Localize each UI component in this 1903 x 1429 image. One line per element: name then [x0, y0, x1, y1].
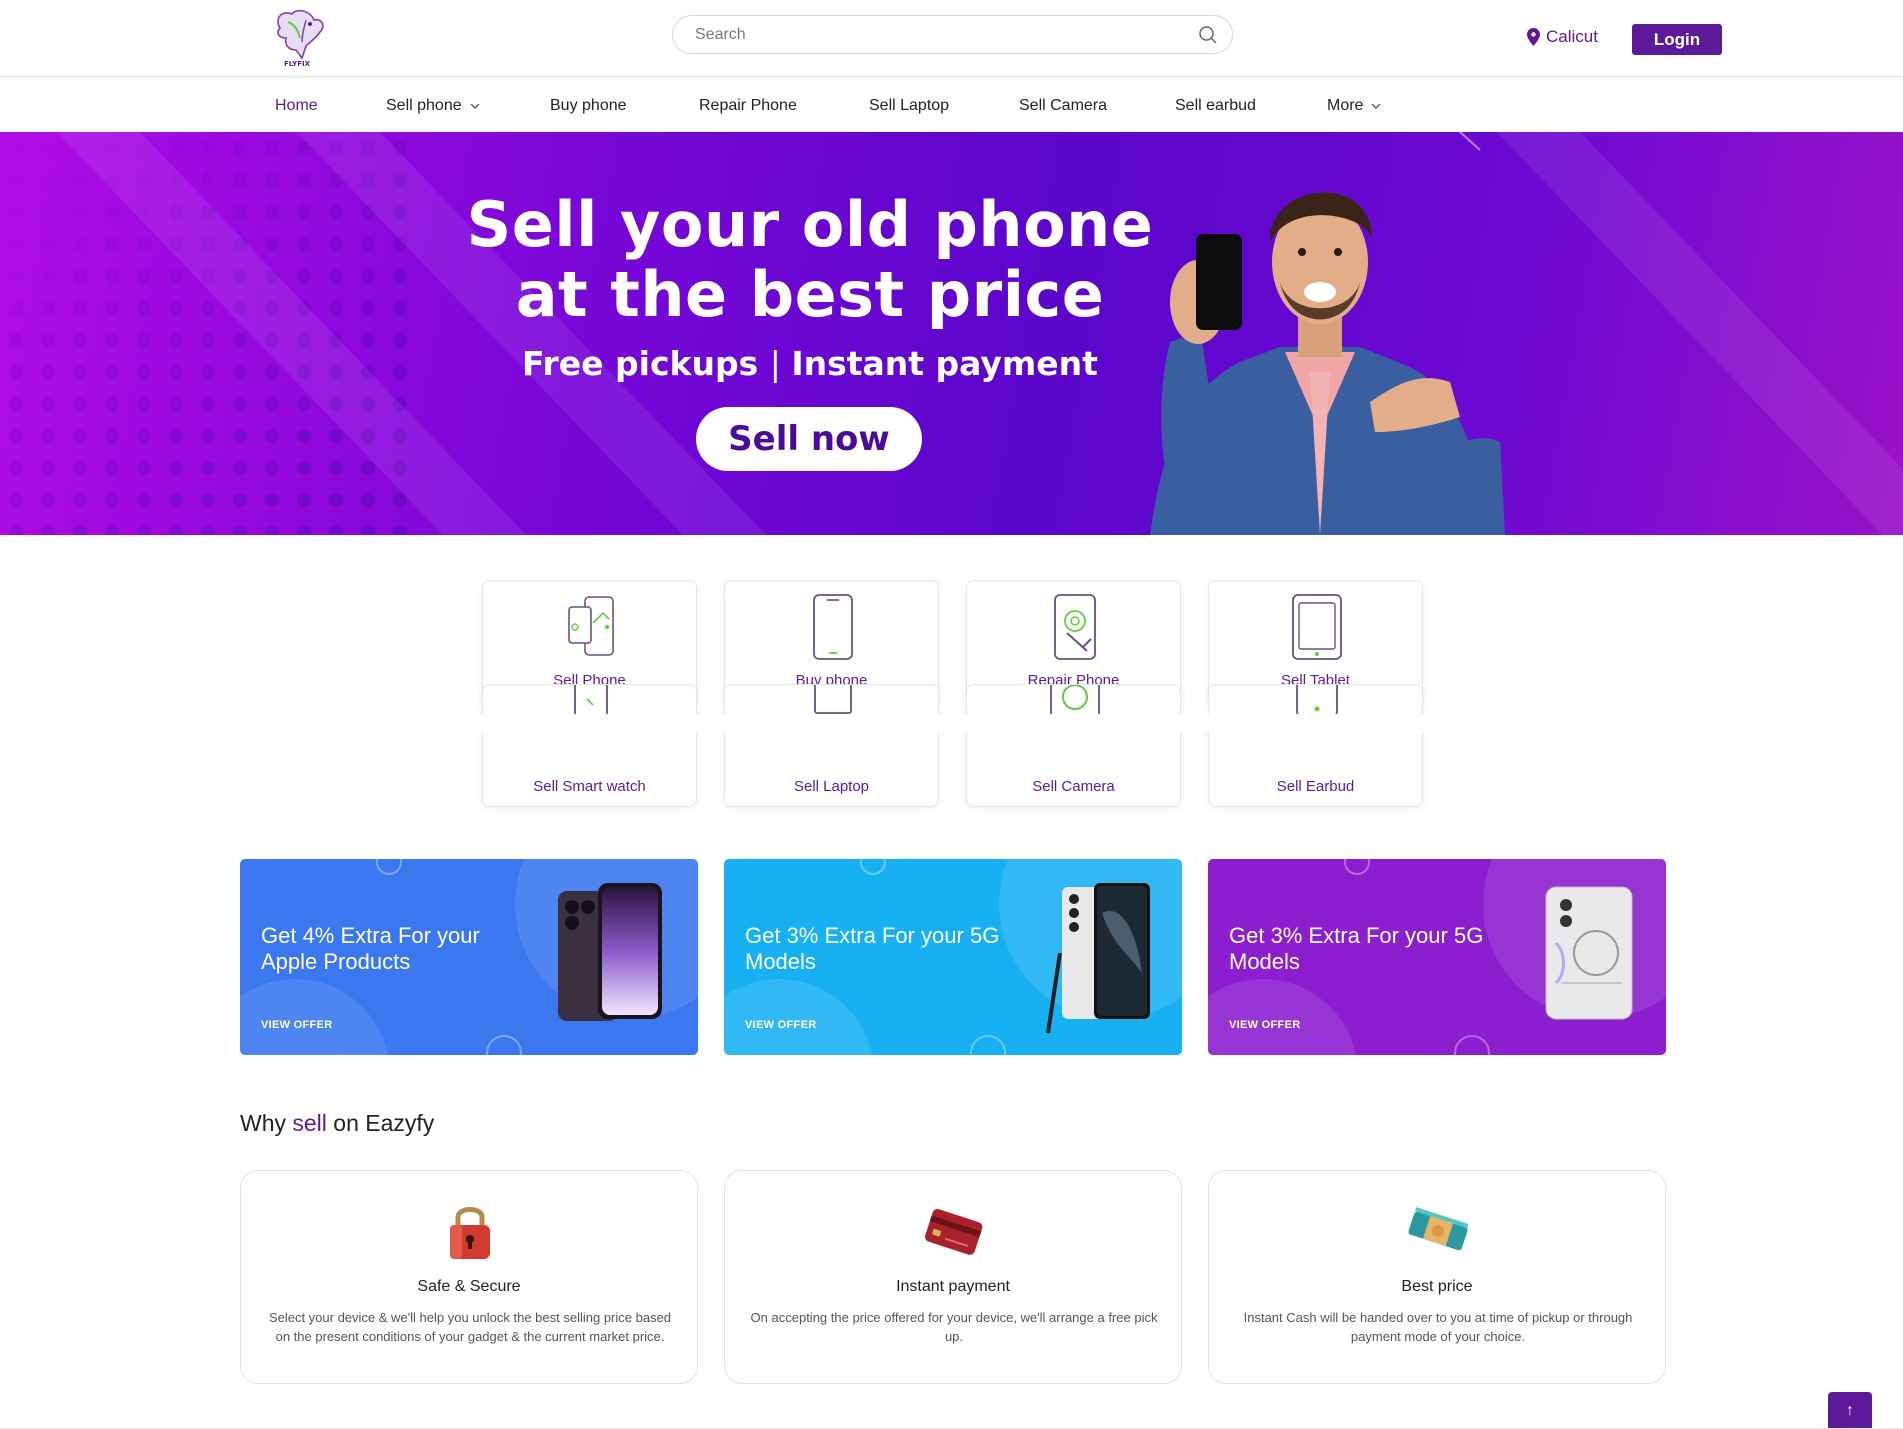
offer-decor-circle	[240, 979, 390, 1055]
why-card-title: Safe & Secure	[417, 1278, 521, 1295]
nav-item-more[interactable]: More	[1327, 97, 1381, 115]
nav-label: Sell Laptop	[869, 97, 950, 114]
offer-card-5g-samsung[interactable]: Get 3% Extra For your 5G Models VIEW OFF…	[724, 859, 1182, 1055]
chevron-down-icon	[1372, 103, 1381, 109]
nav-label: More	[1327, 97, 1364, 114]
nav-label: Sell Camera	[1019, 97, 1108, 114]
top-header: FLYFIX Calicut Login	[0, 0, 1903, 77]
svg-text:FLYFIX: FLYFIX	[284, 60, 311, 68]
padlock-icon	[450, 1207, 490, 1259]
nav-label: Home	[275, 97, 318, 114]
category-label: Sell Earbud	[1276, 778, 1355, 795]
location-pin-icon	[1527, 28, 1540, 46]
why-title-prefix: Why	[240, 1110, 286, 1136]
category-sell-earbud[interactable]: Sell Earbud	[1208, 684, 1423, 807]
nav-item-sell-camera[interactable]: Sell Camera	[1019, 97, 1107, 115]
why-card-title: Instant payment	[896, 1278, 1010, 1295]
hero-title-line: Sell your old phone	[466, 188, 1154, 261]
search-input[interactable]	[695, 24, 1175, 46]
offer-decor-ring	[376, 859, 402, 875]
scroll-to-top-button[interactable]: ↑	[1828, 1392, 1872, 1429]
hero-subtitle-right: Instant payment	[791, 344, 1098, 383]
tablet-icon	[1292, 594, 1342, 660]
category-label: Sell Camera	[1032, 778, 1115, 795]
chevron-down-icon	[470, 103, 480, 109]
samsung-phone-image	[1046, 883, 1150, 1034]
nav-item-sell-earbud[interactable]: Sell earbud	[1175, 97, 1256, 115]
why-card-description: Select your device & we'll help you unlo…	[268, 1310, 672, 1344]
login-button[interactable]: Login	[1632, 24, 1722, 55]
search-icon[interactable]	[1198, 25, 1218, 45]
location-label: Calicut	[1546, 27, 1598, 46]
cash-icon	[1408, 1207, 1468, 1251]
iphone-image	[558, 883, 662, 1021]
buy-phone-icon	[813, 594, 853, 660]
hero-title: Sell your old phone at the best price	[400, 190, 1220, 330]
why-title-suffix: on Eazyfy	[333, 1110, 435, 1136]
why-sell-heading: Why sell on Eazyfy	[240, 1110, 434, 1137]
nav-label: Sell earbud	[1175, 97, 1256, 114]
hero-subtitle: Free pickups | Instant payment	[522, 344, 1098, 383]
offer-decor-ring	[1344, 859, 1370, 875]
why-card-instant-payment: Instant payment On accepting the price o…	[724, 1170, 1182, 1384]
category-sell-smart-watch[interactable]: Sell Smart watch	[482, 684, 697, 807]
view-offer-link[interactable]: VIEW OFFER	[261, 1019, 332, 1031]
nav-item-repair-phone[interactable]: Repair Phone	[699, 97, 797, 115]
sell-phone-icon	[568, 596, 614, 656]
nav-item-sell-laptop[interactable]: Sell Laptop	[869, 97, 949, 115]
offer-decor-circle	[1208, 979, 1358, 1055]
why-title-highlight: sell	[292, 1110, 327, 1136]
offer-decor-ring	[486, 1035, 522, 1055]
sell-now-button[interactable]: Sell now	[696, 407, 922, 471]
view-offer-link[interactable]: VIEW OFFER	[745, 1019, 816, 1031]
hero-title-line: at the best price	[515, 258, 1105, 331]
location-selector[interactable]: Calicut	[1527, 26, 1598, 48]
offer-text: Get 3% Extra For your 5G Models	[1229, 923, 1484, 974]
repair-phone-icon	[1054, 594, 1096, 660]
nothing-phone-image	[1545, 886, 1633, 1020]
why-card-description: Instant Cash will be handed over to you …	[1243, 1310, 1633, 1344]
category-sell-camera[interactable]: Sell Camera	[966, 684, 1181, 807]
flyfix-logo[interactable]: FLYFIX	[266, 6, 328, 68]
nav-label: Sell phone	[386, 97, 462, 114]
offer-decor-ring	[970, 1035, 1006, 1055]
why-card-description: On accepting the price offered for your …	[750, 1310, 1158, 1344]
nav-item-home[interactable]: Home	[275, 97, 318, 115]
credit-card-icon	[925, 1209, 983, 1255]
offer-text: Get 4% Extra For your Apple Products	[261, 923, 480, 974]
view-offer-link[interactable]: VIEW OFFER	[1229, 1019, 1300, 1031]
category-sell-laptop[interactable]: Sell Laptop	[724, 684, 939, 807]
nav-label: Repair Phone	[699, 97, 797, 114]
offer-decor-ring	[1454, 1035, 1490, 1055]
why-card-title: Best price	[1401, 1278, 1473, 1295]
hero-banner: Sell your old phone at the best price Fr…	[0, 132, 1903, 535]
hero-subtitle-left: Free pickups	[522, 344, 759, 383]
why-card-safe-secure: Safe & Secure Select your device & we'll…	[240, 1170, 698, 1384]
offer-text: Get 3% Extra For your 5G Models	[745, 923, 1000, 974]
why-card-best-price: Best price Instant Cash will be handed o…	[1208, 1170, 1666, 1384]
offer-decor-ring	[860, 859, 886, 875]
offer-card-apple[interactable]: Get 4% Extra For your Apple Products VIE…	[240, 859, 698, 1055]
hero-person-image	[1150, 192, 1505, 535]
search-bar[interactable]	[672, 15, 1233, 54]
offer-decor-circle	[724, 979, 874, 1055]
nav-item-sell-phone[interactable]: Sell phone	[386, 97, 480, 115]
main-nav: Home Sell phone Buy phone Repair Phone S…	[0, 77, 1903, 132]
nav-label: Buy phone	[550, 97, 627, 114]
category-label: Sell Laptop	[793, 778, 870, 795]
nav-item-buy-phone[interactable]: Buy phone	[550, 97, 627, 115]
category-label: Sell Smart watch	[533, 778, 646, 795]
category-row-divider	[0, 714, 1903, 732]
offer-card-5g-nothing[interactable]: Get 3% Extra For your 5G Models VIEW OFF…	[1208, 859, 1666, 1055]
